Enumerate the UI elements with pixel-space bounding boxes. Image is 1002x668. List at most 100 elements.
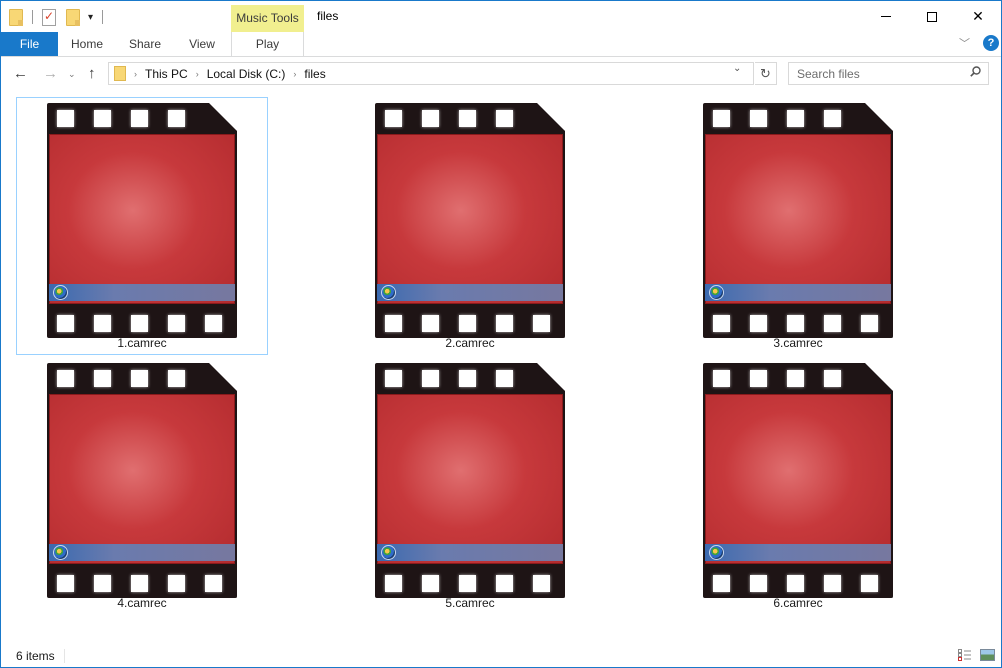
breadcrumb-separator[interactable]: › bbox=[196, 69, 199, 79]
film-screen bbox=[49, 134, 235, 304]
breadcrumb-separator[interactable]: › bbox=[134, 69, 137, 79]
film-holes-top bbox=[703, 363, 893, 393]
film-strip-icon bbox=[703, 103, 893, 338]
film-hole bbox=[385, 315, 402, 332]
film-hole bbox=[496, 110, 513, 127]
file-item[interactable]: 1.camrec bbox=[16, 97, 268, 355]
film-hole bbox=[824, 110, 841, 127]
film-screen bbox=[49, 394, 235, 564]
file-item[interactable]: 5.camrec bbox=[344, 357, 596, 615]
film-hole bbox=[750, 315, 767, 332]
tab-share[interactable]: Share bbox=[116, 32, 174, 56]
film-strip-icon bbox=[47, 103, 237, 338]
customize-dropdown-icon[interactable]: ▾ bbox=[88, 12, 93, 23]
folder-icon bbox=[9, 8, 23, 26]
film-hole bbox=[205, 575, 222, 592]
film-holes-bottom bbox=[47, 568, 237, 598]
film-hole bbox=[57, 110, 74, 127]
film-hole bbox=[787, 575, 804, 592]
taskbar-graphic bbox=[705, 544, 891, 561]
film-holes-bottom bbox=[703, 568, 893, 598]
details-view-icon[interactable] bbox=[958, 649, 972, 662]
search-box[interactable] bbox=[788, 62, 989, 85]
address-history-dropdown[interactable]: ⌄ bbox=[733, 63, 741, 74]
toolbar-separator bbox=[102, 10, 104, 24]
camrec-file-icon bbox=[703, 103, 893, 338]
windows-start-orb-icon bbox=[709, 285, 724, 300]
recent-locations-button[interactable]: ⌄ bbox=[68, 64, 76, 84]
windows-start-orb-icon bbox=[381, 545, 396, 560]
camrec-file-icon bbox=[375, 363, 565, 598]
file-item[interactable]: 4.camrec bbox=[16, 357, 268, 615]
large-icons-view-icon[interactable] bbox=[980, 649, 995, 661]
film-screen bbox=[705, 394, 891, 564]
breadcrumb-separator[interactable]: › bbox=[293, 69, 296, 79]
film-hole bbox=[861, 315, 878, 332]
film-hole bbox=[94, 370, 111, 387]
maximize-button[interactable] bbox=[909, 1, 955, 32]
title-bar: ▾ Music Tools files ✕ bbox=[1, 1, 1001, 32]
address-bar[interactable]: › This PC › Local Disk (C:) › files bbox=[108, 62, 754, 85]
film-holes-bottom bbox=[375, 308, 565, 338]
film-hole bbox=[94, 110, 111, 127]
film-hole bbox=[385, 110, 402, 127]
film-hole bbox=[496, 315, 513, 332]
breadcrumb-this-pc[interactable]: This PC bbox=[145, 67, 188, 81]
film-hole bbox=[422, 575, 439, 592]
film-holes-top bbox=[375, 103, 565, 133]
film-hole bbox=[713, 110, 730, 127]
windows-start-orb-icon bbox=[53, 545, 68, 560]
film-holes-bottom bbox=[375, 568, 565, 598]
new-folder-icon[interactable] bbox=[66, 8, 80, 26]
film-screen bbox=[377, 394, 563, 564]
properties-icon[interactable] bbox=[42, 8, 56, 26]
minimize-button[interactable] bbox=[863, 1, 909, 32]
film-hole bbox=[824, 370, 841, 387]
up-button[interactable]: ↑ bbox=[88, 64, 96, 84]
film-holes-bottom bbox=[703, 308, 893, 338]
folder-icon bbox=[114, 66, 126, 81]
refresh-button[interactable]: ↻ bbox=[755, 62, 777, 85]
file-item[interactable]: 2.camrec bbox=[344, 97, 596, 355]
help-icon[interactable]: ? bbox=[983, 35, 999, 51]
film-hole bbox=[385, 575, 402, 592]
tab-home[interactable]: Home bbox=[58, 32, 116, 56]
film-holes-top bbox=[47, 363, 237, 393]
film-hole bbox=[459, 575, 476, 592]
film-hole bbox=[787, 315, 804, 332]
file-name: 2.camrec bbox=[445, 336, 495, 350]
film-hole bbox=[94, 315, 111, 332]
forward-button[interactable]: → bbox=[43, 64, 58, 84]
expand-ribbon-icon[interactable]: ﹀ bbox=[959, 35, 970, 51]
tab-view[interactable]: View bbox=[174, 32, 230, 56]
file-name: 5.camrec bbox=[445, 596, 495, 610]
film-hole bbox=[422, 315, 439, 332]
film-hole bbox=[824, 575, 841, 592]
search-input[interactable] bbox=[789, 63, 959, 84]
close-button[interactable]: ✕ bbox=[955, 1, 1001, 32]
tab-play[interactable]: Play bbox=[231, 32, 304, 56]
film-screen bbox=[705, 134, 891, 304]
film-hole bbox=[713, 315, 730, 332]
breadcrumb-files[interactable]: files bbox=[304, 67, 325, 81]
windows-start-orb-icon bbox=[709, 545, 724, 560]
film-hole bbox=[787, 370, 804, 387]
search-icon[interactable] bbox=[970, 66, 981, 77]
camrec-file-icon bbox=[47, 363, 237, 598]
quick-access-toolbar: ▾ bbox=[9, 7, 112, 27]
back-button[interactable]: ← bbox=[13, 64, 28, 84]
film-holes-top bbox=[703, 103, 893, 133]
camrec-file-icon bbox=[47, 103, 237, 338]
film-hole bbox=[496, 575, 513, 592]
film-hole bbox=[459, 110, 476, 127]
film-hole bbox=[422, 370, 439, 387]
film-hole bbox=[533, 575, 550, 592]
film-hole bbox=[385, 370, 402, 387]
file-item[interactable]: 6.camrec bbox=[672, 357, 924, 615]
file-item[interactable]: 3.camrec bbox=[672, 97, 924, 355]
tab-file[interactable]: File bbox=[1, 32, 58, 56]
breadcrumb-local-disk[interactable]: Local Disk (C:) bbox=[207, 67, 286, 81]
film-hole bbox=[57, 370, 74, 387]
item-count: 6 items bbox=[16, 649, 55, 663]
film-hole bbox=[131, 575, 148, 592]
